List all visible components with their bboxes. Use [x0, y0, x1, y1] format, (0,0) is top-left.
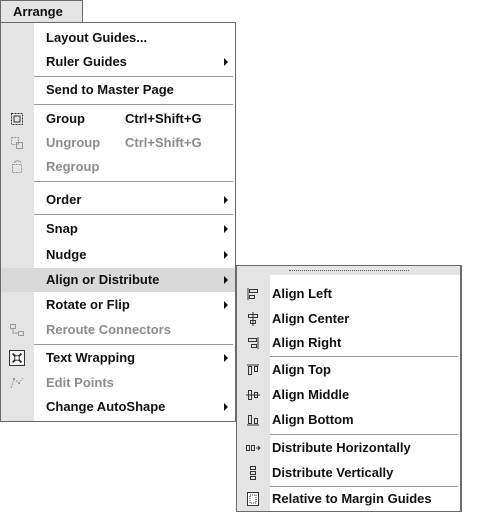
- submenu-arrow-icon: [224, 354, 228, 362]
- menu-item-order[interactable]: Order: [1, 188, 235, 212]
- menu-item-nudge[interactable]: Nudge: [1, 243, 235, 267]
- menu-item-align-bottom[interactable]: Align Bottom: [237, 408, 460, 432]
- menu-item-reroute-connectors[interactable]: Reroute Connectors: [1, 318, 235, 342]
- menu-item-label: Align Center: [272, 311, 350, 326]
- reroute-connectors-icon: [10, 324, 24, 336]
- menu-item-label: Reroute Connectors: [46, 322, 171, 337]
- align-middle-icon: [246, 390, 260, 400]
- menu-item-label: Text Wrapping: [46, 350, 136, 365]
- submenu-arrow-icon: [224, 403, 228, 411]
- menu-item-distribute-horizontally[interactable]: Distribute Horizontally: [237, 436, 460, 460]
- menu-item-edit-points[interactable]: Edit Points: [1, 371, 235, 395]
- menu-item-layout-guides[interactable]: Layout Guides...: [1, 26, 235, 50]
- menu-separator: [34, 104, 233, 105]
- align-right-icon: [248, 337, 259, 349]
- align-or-distribute-submenu: Align Left Align Center Align Right Alig…: [236, 265, 462, 512]
- menu-separator: [34, 344, 233, 345]
- menu-item-rotate-or-flip[interactable]: Rotate or Flip: [1, 293, 235, 317]
- menu-item-text-wrapping[interactable]: Text Wrapping: [1, 346, 235, 370]
- distribute-vertically-icon: [250, 466, 256, 480]
- group-icon: [11, 113, 23, 125]
- menu-item-label: Ungroup: [46, 135, 101, 150]
- distribute-horizontally-icon: [246, 445, 261, 451]
- menu-item-relative-to-margin-guides[interactable]: Relative to Margin Guides: [237, 487, 460, 511]
- align-bottom-icon: [247, 415, 259, 426]
- menu-item-ungroup[interactable]: Ungroup Ctrl+Shift+G: [1, 131, 235, 155]
- submenu-arrow-icon: [224, 225, 228, 233]
- menu-item-align-right[interactable]: Align Right: [237, 331, 460, 355]
- menu-item-regroup[interactable]: Regroup: [1, 155, 235, 179]
- menu-item-label: Align Left: [272, 286, 332, 301]
- menu-item-align-top[interactable]: Align Top: [237, 358, 460, 382]
- submenu-arrow-icon: [224, 301, 228, 309]
- menu-item-change-autoshape[interactable]: Change AutoShape: [1, 395, 235, 419]
- menu-item-label: Distribute Vertically: [272, 465, 394, 480]
- menu-item-send-to-master-page[interactable]: Send to Master Page: [1, 78, 235, 102]
- align-left-icon: [247, 288, 258, 300]
- ungroup-icon: [11, 137, 23, 149]
- arrange-menu: Layout Guides... Ruler Guides Send to Ma…: [0, 22, 236, 422]
- menu-item-distribute-vertically[interactable]: Distribute Vertically: [237, 461, 460, 485]
- menu-item-label: Change AutoShape: [46, 399, 166, 414]
- grip-dots: [289, 270, 409, 271]
- menu-item-align-center[interactable]: Align Center: [237, 307, 460, 331]
- menu-separator: [270, 356, 458, 357]
- menu-separator: [34, 76, 233, 77]
- text-wrapping-icon: [9, 350, 25, 366]
- submenu-arrow-icon: [224, 251, 228, 259]
- menu-item-label: Ruler Guides: [46, 54, 127, 69]
- menu-item-label: Order: [46, 192, 82, 207]
- menu-item-align-or-distribute[interactable]: Align or Distribute: [1, 268, 235, 292]
- arrange-menu-title[interactable]: Arrange: [0, 0, 83, 22]
- submenu-arrow-icon: [224, 276, 228, 284]
- regroup-icon: [12, 160, 22, 173]
- menu-item-label: Align or Distribute: [46, 272, 160, 287]
- edit-points-icon: [10, 377, 24, 389]
- menu-item-label: Align Bottom: [272, 412, 354, 427]
- tear-off-grip[interactable]: [237, 266, 460, 275]
- menu-separator: [34, 214, 233, 215]
- menu-item-align-left[interactable]: Align Left: [237, 282, 460, 306]
- align-center-icon: [248, 312, 258, 326]
- menu-item-group[interactable]: Group Ctrl+Shift+G: [1, 107, 235, 131]
- menu-item-label: Align Middle: [272, 387, 350, 402]
- shortcut-text: Ctrl+Shift+G: [125, 135, 202, 150]
- menu-item-label: Layout Guides...: [46, 30, 148, 45]
- menu-item-label: Rotate or Flip: [46, 297, 130, 312]
- menu-item-label: Regroup: [46, 159, 100, 174]
- menu-separator: [270, 434, 458, 435]
- menu-item-label: Send to Master Page: [46, 82, 174, 97]
- menu-item-label: Edit Points: [46, 375, 114, 390]
- menu-item-label: Align Top: [272, 362, 331, 377]
- submenu-arrow-icon: [224, 196, 228, 204]
- menu-item-snap[interactable]: Snap: [1, 217, 235, 241]
- menu-item-ruler-guides[interactable]: Ruler Guides: [1, 50, 235, 74]
- submenu-arrow-icon: [224, 58, 228, 66]
- menu-item-align-middle[interactable]: Align Middle: [237, 383, 460, 407]
- menu-item-label: Snap: [46, 221, 78, 236]
- menu-item-label: Nudge: [46, 247, 87, 262]
- menu-separator: [34, 181, 233, 182]
- menu-item-label: Group: [46, 111, 85, 126]
- align-top-icon: [247, 364, 259, 375]
- menu-item-label: Align Right: [272, 335, 342, 350]
- relative-to-margin-icon: [247, 492, 259, 506]
- menu-item-label: Relative to Margin Guides: [272, 491, 432, 506]
- menu-item-label: Distribute Horizontally: [272, 440, 411, 455]
- shortcut-text: Ctrl+Shift+G: [125, 111, 202, 126]
